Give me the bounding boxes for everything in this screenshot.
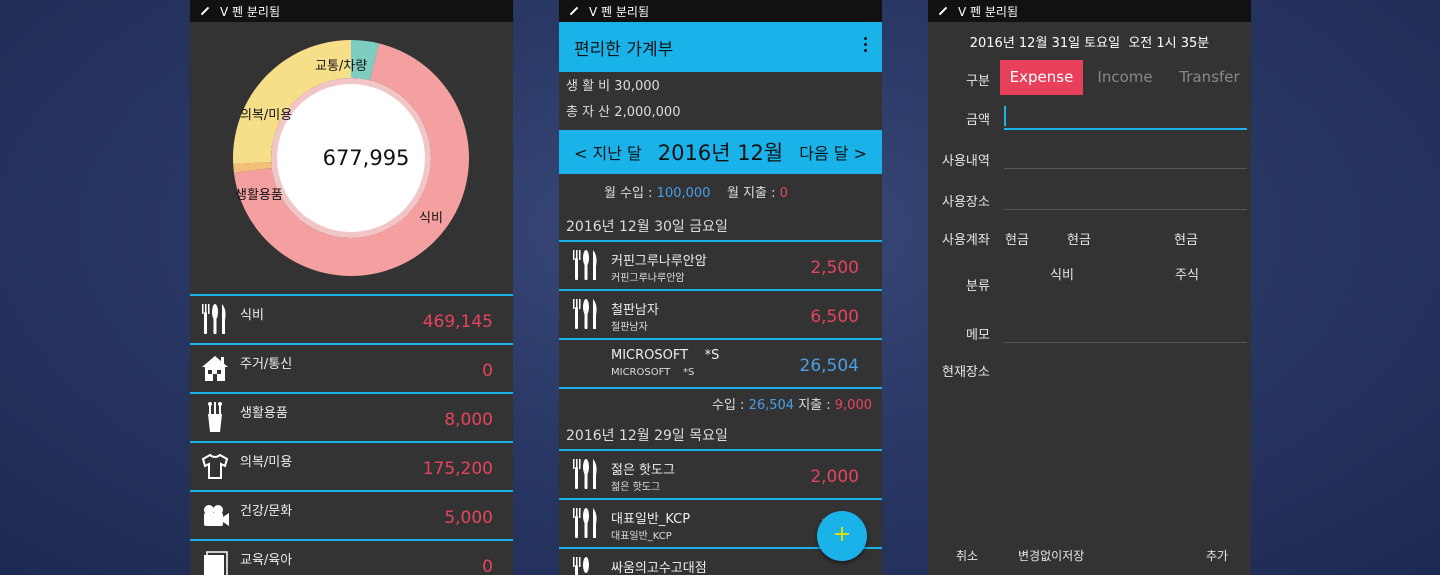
detail-label: 사용내역 <box>942 154 990 169</box>
utensils-icon <box>573 299 597 329</box>
ledger-screen: V 펜 분리됨 편리한 가계부 생 활 비 30,000 총 자 산 2,000… <box>559 0 882 575</box>
category-row[interactable]: 건강/문화 5,000 <box>190 492 513 541</box>
camera-icon <box>204 505 229 526</box>
pen-icon <box>569 6 579 16</box>
detail-input[interactable] <box>1004 168 1247 169</box>
utensils-icon <box>573 508 597 538</box>
current-month: 2016년 12월 <box>657 141 784 165</box>
category-row[interactable]: 식비 469,145 <box>190 296 513 345</box>
amount-input[interactable] <box>1004 104 1247 130</box>
day-header: 2016년 12월 30일 금요일 <box>559 214 882 242</box>
next-month-button[interactable]: 다음 달 > <box>799 140 867 164</box>
category-option[interactable]: 주식 <box>1175 264 1199 283</box>
place-label: 사용장소 <box>942 195 990 210</box>
cancel-button[interactable]: 취소 <box>956 547 978 564</box>
total-amount: 677,995 <box>322 146 410 170</box>
more-vert-icon[interactable] <box>864 37 868 55</box>
status-bar: V 펜 분리됨 <box>190 0 513 22</box>
pen-icon <box>200 6 210 16</box>
amount-label: 금액 <box>966 113 990 128</box>
status-bar: V 펜 분리됨 <box>928 0 1251 22</box>
memo-label: 메모 <box>966 328 990 343</box>
slice-label-household: 생활용품 <box>235 188 283 203</box>
type-label: 구분 <box>966 74 990 89</box>
tab-income[interactable]: Income <box>1088 60 1162 95</box>
datetime[interactable]: 2016년 12월 31일 토요일 오전 1시 35분 <box>928 32 1251 51</box>
category-row[interactable]: 교육/육아 0 <box>190 541 513 575</box>
utensils-icon <box>573 459 597 489</box>
add-entry-button[interactable]: 추가 <box>1206 547 1228 564</box>
account-option[interactable]: 현금 <box>1067 229 1091 248</box>
utensils-icon <box>202 304 226 334</box>
day-header: 2016년 12월 29일 목요일 <box>559 423 882 451</box>
cup-icon <box>208 402 222 432</box>
save-unchanged-button[interactable]: 변경없이저장 <box>1018 547 1084 564</box>
category-label: 분류 <box>966 279 990 294</box>
memo-input[interactable] <box>1004 342 1247 343</box>
status-bar: V 펜 분리됨 <box>559 0 882 22</box>
place-input[interactable] <box>1004 209 1247 210</box>
shirt-icon <box>201 453 229 479</box>
day-summary: 수입 : 26,504 지출 : 9,000 <box>711 398 872 413</box>
entry-screen: V 펜 분리됨 2016년 12월 31일 토요일 오전 1시 35분 구분 E… <box>928 0 1251 575</box>
monthly-summary: 월 수입 : 100,000 월 지출 : 0 <box>604 186 788 201</box>
utensils-icon <box>573 557 589 575</box>
pen-icon <box>938 6 948 16</box>
transaction-row[interactable]: MICROSOFT *S MICROSOFT *S 26,504 <box>559 340 882 389</box>
category-row[interactable]: 생활용품 8,000 <box>190 394 513 443</box>
tab-expense[interactable]: Expense <box>1000 60 1083 95</box>
add-button[interactable]: + <box>817 511 867 561</box>
app-title: 편리한 가계부 <box>574 39 674 60</box>
utensils-icon <box>573 250 597 280</box>
slice-label-food: 식비 <box>419 211 443 226</box>
category-row[interactable]: 의복/미용 175,200 <box>190 443 513 492</box>
stats-screen: V 펜 분리됨 677,995 교통/차량 의복/미용 생활용품 식비 식비 4… <box>190 0 513 575</box>
location-label: 현재장소 <box>942 365 990 380</box>
transaction-row[interactable]: 철판남자 철판남자 6,500 <box>559 291 882 340</box>
transaction-row[interactable]: 커핀그루나루안암 커핀그루나루안암 2,500 <box>559 242 882 291</box>
tab-transfer[interactable]: Transfer <box>1168 60 1251 95</box>
prev-month-button[interactable]: < 지난 달 <box>574 140 642 164</box>
living-cost: 생 활 비 30,000 <box>566 79 660 94</box>
account-option[interactable]: 현금 <box>1005 229 1029 248</box>
account-option[interactable]: 현금 <box>1174 229 1198 248</box>
app-bar: 편리한 가계부 <box>559 22 882 72</box>
category-option[interactable]: 식비 <box>1050 264 1074 283</box>
account-label: 사용계좌 <box>942 233 990 248</box>
transaction-row[interactable]: 젊은 핫도그 젊은 핫도그 2,000 <box>559 451 882 500</box>
category-list: 식비 469,145 주거/통신 0 생활용품 8,000 의복/미용 175,… <box>190 296 513 575</box>
category-row[interactable]: 주거/통신 0 <box>190 345 513 394</box>
month-navigator: < 지난 달 2016년 12월 다음 달 > <box>559 130 882 174</box>
house-icon <box>202 356 228 381</box>
book-icon <box>204 551 228 575</box>
slice-label-clothing: 의복/미용 <box>240 108 293 123</box>
slice-label-transport: 교통/차량 <box>315 59 368 74</box>
total-assets: 총 자 산 2,000,000 <box>566 105 681 120</box>
donut-chart[interactable]: 677,995 교통/차량 의복/미용 생활용품 식비 <box>190 22 513 294</box>
